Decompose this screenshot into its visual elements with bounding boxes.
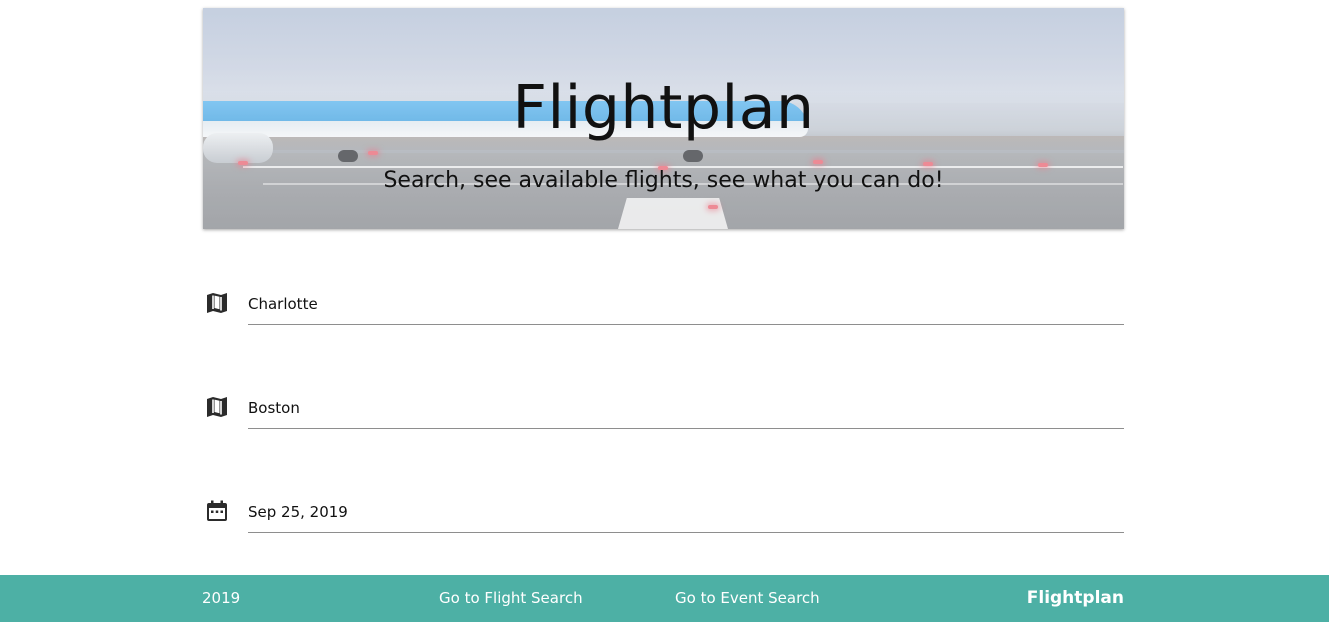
footer-year: 2019 xyxy=(202,589,241,607)
date-input[interactable] xyxy=(248,485,1124,533)
destination-input[interactable] xyxy=(248,381,1124,429)
flight-search-link[interactable]: Go to Flight Search xyxy=(439,589,583,607)
origin-field xyxy=(203,277,1124,325)
page: Flightplan Search, see available flights… xyxy=(0,0,1329,622)
footer: 2019 Go to Flight Search Go to Event Sea… xyxy=(0,575,1329,622)
page-title: Flightplan xyxy=(512,73,815,143)
hero-banner: Flightplan Search, see available flights… xyxy=(203,8,1124,229)
event-search-link[interactable]: Go to Event Search xyxy=(675,589,820,607)
map-icon xyxy=(203,289,231,317)
page-subtitle: Search, see available flights, see what … xyxy=(383,168,944,193)
destination-field xyxy=(203,381,1124,429)
footer-brand-logo: Flightplan xyxy=(1026,588,1124,608)
map-icon xyxy=(203,393,231,421)
origin-input[interactable] xyxy=(248,277,1124,325)
date-field xyxy=(203,485,1124,533)
calendar-icon[interactable] xyxy=(203,497,231,525)
